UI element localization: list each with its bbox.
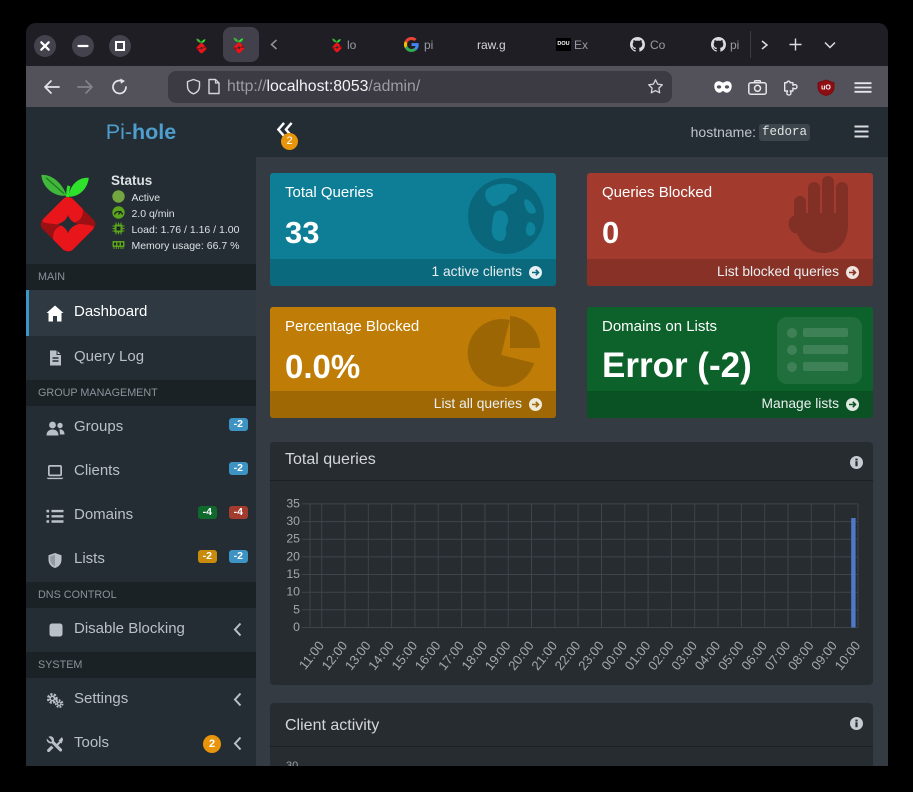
svg-text:35: 35: [286, 496, 300, 510]
svg-text:0: 0: [293, 620, 300, 634]
svg-text:20: 20: [286, 549, 300, 563]
svg-text:25: 25: [286, 532, 300, 546]
svg-text:15: 15: [286, 567, 300, 581]
svg-text:10: 10: [286, 585, 300, 599]
svg-text:30: 30: [286, 514, 300, 528]
svg-text:5: 5: [293, 602, 300, 616]
svg-text:10:00: 10:00: [832, 638, 864, 673]
svg-text:uO: uO: [821, 85, 831, 92]
